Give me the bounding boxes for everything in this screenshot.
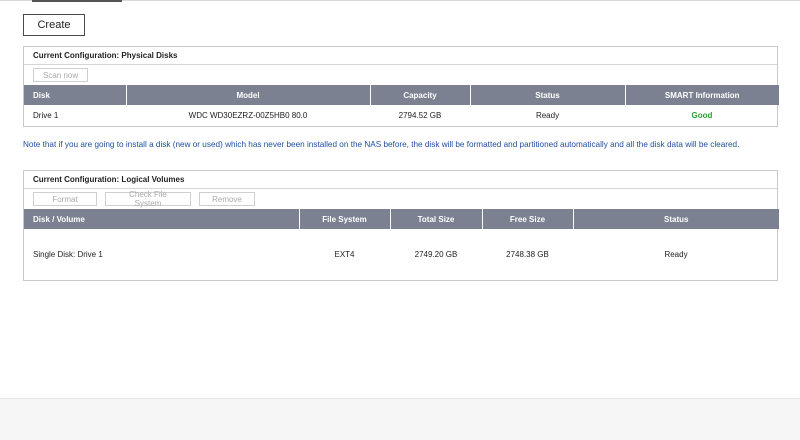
physical-disks-table: Disk Model Capacity Status SMART Informa… xyxy=(24,85,779,125)
create-button[interactable]: Create xyxy=(23,14,85,36)
disk-cell: Drive 1 xyxy=(33,110,59,120)
column-header-capacity[interactable]: Capacity xyxy=(370,85,471,105)
column-header-disk-volume[interactable]: Disk / Volume xyxy=(24,209,300,229)
table-row[interactable]: Drive 1 WDC WD30EZRZ-00Z5HB0 80.0 2794.5… xyxy=(24,105,779,125)
column-header-model[interactable]: Model xyxy=(126,85,371,105)
free-size-cell: 2748.38 GB xyxy=(506,249,549,259)
logical-volumes-toolbar: Format Check File System Remove xyxy=(24,189,777,209)
file-system-cell: EXT4 xyxy=(334,249,355,259)
column-header-free-size[interactable]: Free Size xyxy=(482,209,574,229)
total-size-cell: 2749.20 GB xyxy=(414,249,458,259)
smart-status-cell: Good xyxy=(691,110,713,120)
column-header-smart[interactable]: SMART Information xyxy=(625,85,779,105)
column-header-file-system[interactable]: File System xyxy=(299,209,391,229)
logical-volumes-title: Current Configuration: Logical Volumes xyxy=(24,171,777,189)
physical-disks-title: Current Configuration: Physical Disks xyxy=(24,47,777,65)
physical-disks-panel: Current Configuration: Physical Disks Sc… xyxy=(23,46,779,127)
table-header-row: Disk Model Capacity Status SMART Informa… xyxy=(24,85,779,105)
physical-disks-toolbar: Scan now xyxy=(24,65,777,85)
status-cell: Ready xyxy=(535,110,560,120)
format-button[interactable]: Format xyxy=(33,192,97,206)
column-header-total-size[interactable]: Total Size xyxy=(390,209,483,229)
column-header-volume-status[interactable]: Status xyxy=(573,209,779,229)
column-header-disk[interactable]: Disk xyxy=(24,85,127,105)
logical-volumes-panel: Current Configuration: Logical Volumes F… xyxy=(23,170,779,281)
logical-volumes-table: Disk / Volume File System Total Size Fre… xyxy=(24,209,779,279)
disk-format-notice: Note that if you are going to install a … xyxy=(23,140,740,149)
remove-button[interactable]: Remove xyxy=(199,192,255,206)
capacity-cell: 2794.52 GB xyxy=(398,110,442,120)
column-header-status[interactable]: Status xyxy=(470,85,626,105)
footer-area xyxy=(0,398,800,440)
volume-status-cell: Ready xyxy=(664,249,688,259)
check-file-system-button[interactable]: Check File System xyxy=(105,190,191,208)
table-header-row: Disk / Volume File System Total Size Fre… xyxy=(24,209,779,229)
volume-cell: Single Disk: Drive 1 xyxy=(33,249,103,259)
table-row[interactable]: Single Disk: Drive 1 EXT4 2749.20 GB 274… xyxy=(24,229,779,279)
model-cell: WDC WD30EZRZ-00Z5HB0 80.0 xyxy=(188,110,308,120)
scan-now-button[interactable]: Scan now xyxy=(33,68,89,82)
active-tab-indicator xyxy=(32,0,122,2)
